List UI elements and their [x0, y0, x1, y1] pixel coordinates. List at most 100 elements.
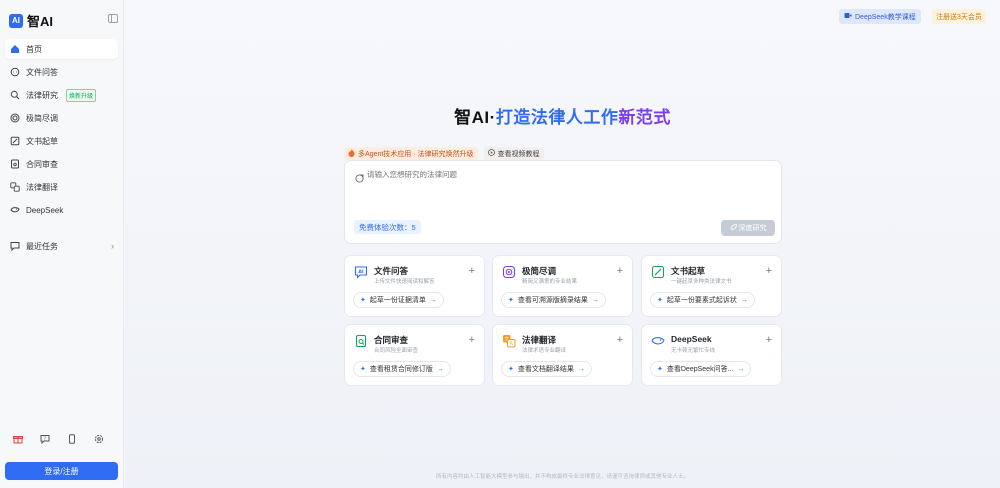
sidebar-item-legal-research[interactable]: 法律研究 焕新升级: [5, 85, 118, 105]
video-tutorial-tag[interactable]: 查看视频教程: [483, 147, 544, 160]
whale-icon: [651, 334, 665, 348]
card-deepseek[interactable]: DeepSeek 无卡顿无繁忙专线 + ✦ 查看DeepSeek问答... →: [641, 324, 782, 386]
sidebar-item-file-qa[interactable]: 文件问答: [5, 62, 118, 82]
plus-icon[interactable]: +: [469, 335, 475, 346]
whale-icon: [10, 205, 20, 215]
main-area: DeepSeek教学课程 注册送3天会员 智AI·打造法律人工作新范式 多Age…: [125, 0, 1000, 488]
plus-icon[interactable]: +: [469, 266, 475, 277]
sparkle-icon: ✦: [508, 297, 514, 304]
sidebar-item-label: 文书起草: [26, 136, 58, 146]
sparkle-icon: ✦: [508, 366, 514, 373]
card-drafting[interactable]: 文书起草 一键起草多种类法律文书 + ✦ 起草一份要素式起诉状 →: [641, 255, 782, 317]
sidebar: AI 智AI 首页 文件问答 法律研究 焕新升级 极简尽调 文书起草 合同审查: [0, 0, 124, 488]
collapse-sidebar-icon[interactable]: [108, 14, 118, 23]
sidebar-item-label: 文件问答: [26, 67, 58, 77]
edit-icon: [10, 136, 20, 146]
card-due-diligence[interactable]: 极简尽调 精简又满意的专业结果 + ✦ 查看可溯源版摘录结果 →: [492, 255, 633, 317]
chat-icon: [10, 67, 20, 77]
sidebar-item-label: 首页: [26, 44, 42, 54]
target-icon: [502, 265, 516, 279]
card-action-label: 起草一份证据清单: [369, 297, 426, 304]
sparkle-icon: ✦: [657, 366, 663, 373]
sparkle-icon: ✦: [657, 297, 663, 304]
translate-icon: [10, 182, 20, 192]
sidebar-item-home[interactable]: 首页: [5, 39, 118, 59]
ai-chat-icon: AI: [354, 265, 368, 279]
card-action-button[interactable]: ✦ 查看租赁合同修订版 →: [353, 361, 451, 377]
sidebar-item-drafting[interactable]: 文书起草: [5, 131, 118, 151]
settings-icon[interactable]: [94, 434, 104, 444]
sidebar-bottom-tools: ?: [13, 434, 104, 444]
rocket-icon: [729, 223, 737, 233]
app-logo[interactable]: AI 智AI: [9, 11, 53, 30]
card-title: 文件问答: [374, 266, 409, 276]
deep-research-button[interactable]: 深度研究: [721, 220, 775, 236]
deepseek-course-button[interactable]: DeepSeek教学课程: [839, 9, 921, 24]
ai-spark-icon: [355, 170, 364, 188]
card-translation[interactable]: 文A 法律翻译 法律术语专业翻译 + ✦ 查看文档翻译结果 →: [492, 324, 633, 386]
card-subtitle: 法律术语专业翻译: [522, 348, 567, 354]
recent-tasks-label: 最近任务: [26, 241, 58, 251]
recent-tasks[interactable]: 最近任务 ›: [5, 236, 118, 256]
card-action-button[interactable]: ✦ 起草一份要素式起诉状 →: [650, 292, 755, 308]
card-action-label: 查看文档翻译结果: [517, 366, 574, 373]
page-title: 智AI·打造法律人工作新范式: [454, 108, 671, 127]
sidebar-item-translation[interactable]: 法律翻译: [5, 177, 118, 197]
feature-tags: 多Agent技术应用 · 法律研究焕然升级 查看视频教程: [344, 146, 544, 161]
plus-icon[interactable]: +: [766, 335, 772, 346]
sidebar-item-deepseek[interactable]: DeepSeek: [5, 200, 118, 220]
card-title: 极简尽调: [522, 266, 557, 276]
card-action-button[interactable]: ✦ 查看文档翻译结果 →: [501, 361, 592, 377]
card-subtitle: 上传文件快速阅读和解答: [374, 279, 435, 285]
sidebar-item-label: 法律翻译: [26, 182, 58, 192]
card-action-button[interactable]: ✦ 查看可溯源版摘录结果 →: [501, 292, 606, 308]
plus-icon[interactable]: +: [617, 335, 623, 346]
card-file-qa[interactable]: AI 文件问答 上传文件快速阅读和解答 + ✦ 起草一份证据清单 →: [344, 255, 485, 317]
card-title: 合同审查: [374, 335, 409, 345]
plus-icon[interactable]: +: [766, 266, 772, 277]
sidebar-item-contract-review[interactable]: 合同审查: [5, 154, 118, 174]
card-action-button[interactable]: ✦ 查看DeepSeek问答... →: [650, 361, 752, 377]
sidebar-item-label: 合同审查: [26, 159, 58, 169]
contract-icon: [354, 334, 368, 348]
agent-upgrade-tag[interactable]: 多Agent技术应用 · 法律研究焕然升级: [344, 147, 478, 160]
sidebar-nav: 首页 文件问答 法律研究 焕新升级 极简尽调 文书起草 合同审查 法律翻译 De…: [5, 39, 118, 223]
phone-icon[interactable]: [67, 434, 77, 444]
card-action-label: 查看DeepSeek问答...: [666, 366, 734, 373]
video-tutorial-label: 查看视频教程: [497, 150, 540, 158]
course-label: DeepSeek教学课程: [855, 13, 916, 21]
play-icon: [487, 149, 495, 158]
sidebar-item-label: 法律研究: [26, 90, 58, 100]
video-icon: [844, 12, 852, 21]
gift-icon[interactable]: [13, 434, 23, 444]
sparkle-icon: ✦: [360, 366, 366, 373]
sidebar-item-label: 极简尽调: [26, 113, 58, 123]
arrow-right-icon: →: [436, 365, 444, 373]
card-title: 法律翻译: [522, 335, 557, 345]
disclaimer: 所有内容均由人工智能大模型参与输出，并不构成最终专业法律意见，请谨可咨询律师或其…: [435, 474, 689, 480]
contract-icon: [10, 159, 20, 169]
arrow-right-icon: →: [429, 296, 437, 304]
card-subtitle: 精简又满意的专业结果: [522, 279, 578, 285]
plus-icon[interactable]: +: [617, 266, 623, 277]
login-button[interactable]: 登录/注册: [5, 462, 118, 480]
card-contract-review[interactable]: 合同审查 合同风险全面审查 + ✦ 查看租赁合同修订版 →: [344, 324, 485, 386]
question-input[interactable]: [367, 170, 747, 179]
card-subtitle: 无卡顿无繁忙专线: [671, 348, 716, 354]
question-input-card: 免费体验次数：5 深度研究: [344, 160, 782, 244]
card-action-button[interactable]: ✦ 起草一份证据清单 →: [353, 292, 444, 308]
help-icon[interactable]: ?: [40, 434, 50, 444]
sidebar-item-due-diligence[interactable]: 极简尽调: [5, 108, 118, 128]
arrow-right-icon: →: [577, 365, 585, 373]
arrow-right-icon: →: [737, 365, 745, 373]
deep-research-label: 深度研究: [738, 225, 767, 232]
card-subtitle: 合同风险全面审查: [374, 348, 419, 354]
edit-icon: [651, 265, 665, 279]
svg-text:AI: AI: [358, 269, 363, 275]
message-icon: [10, 241, 20, 251]
member-promo-button[interactable]: 注册送3天会员: [932, 9, 986, 24]
app-name: 智AI: [27, 14, 54, 29]
home-icon: [10, 44, 20, 54]
card-action-label: 起草一份要素式起诉状: [666, 297, 737, 304]
upgrade-badge: 焕新升级: [66, 88, 97, 102]
